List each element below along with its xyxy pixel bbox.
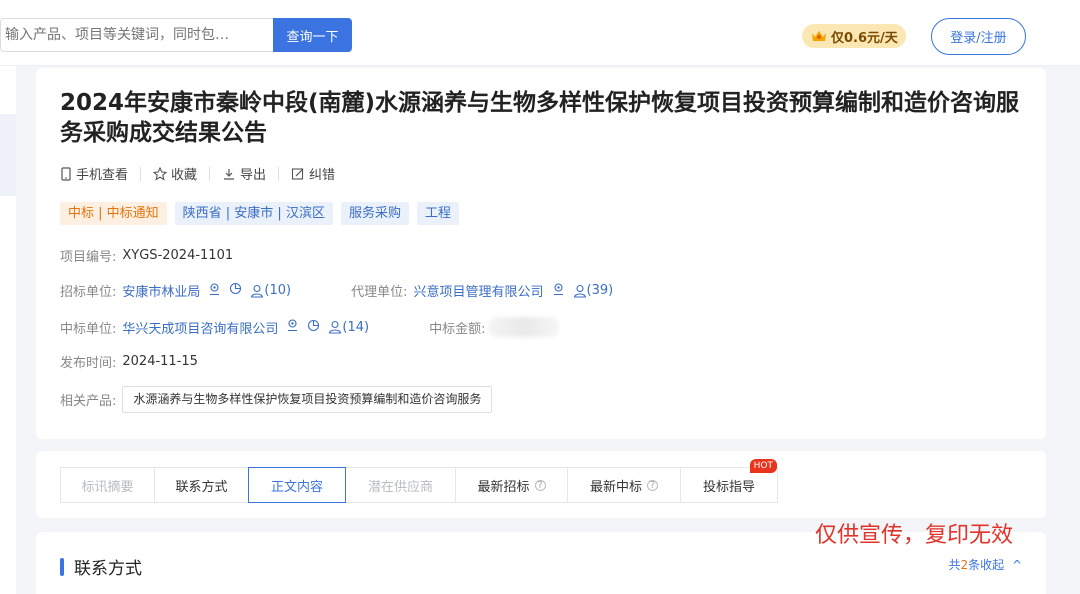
contact-title-label: 联系方式 bbox=[74, 559, 142, 579]
agent-label: 代理单位: bbox=[351, 285, 408, 300]
help-icon: ? bbox=[534, 479, 546, 491]
edit-icon bbox=[291, 167, 304, 180]
favorite-action[interactable]: 收藏 bbox=[153, 164, 197, 183]
person-icon bbox=[329, 320, 342, 334]
download-icon bbox=[224, 168, 235, 180]
action-bar: 手机查看 收藏 导出 纠错 bbox=[60, 164, 335, 183]
winner-contacts[interactable]: (14) bbox=[328, 320, 369, 335]
amount-label: 中标金额: bbox=[429, 321, 486, 337]
tab-latest-tenders-label: 最新招标 bbox=[477, 479, 530, 495]
vip-label: 仅0.6元/天 bbox=[831, 30, 898, 46]
winner-label: 中标单位: bbox=[60, 321, 117, 337]
tenderer-count: (10) bbox=[264, 283, 292, 298]
hot-badge: HOT bbox=[749, 459, 777, 473]
product-label: 相关产品: bbox=[60, 394, 117, 409]
location-icon[interactable] bbox=[286, 318, 299, 336]
tag-bid-status[interactable]: 中标 | 中标通知 bbox=[60, 202, 167, 225]
tenderer-row: 招标单位: 安康市林业局 (10) 代理单位: 兴意项目管理有限公司 (39) bbox=[60, 281, 613, 300]
collapse-toggle[interactable]: 共2条收起 ^ bbox=[948, 556, 1022, 573]
tag-industry[interactable]: 工程 bbox=[416, 202, 459, 225]
section-accent-bar bbox=[60, 557, 64, 576]
person-icon bbox=[251, 284, 264, 298]
tab-contact-label: 联系方式 bbox=[175, 479, 228, 495]
project-no-value: XYGS-2024-1101 bbox=[122, 248, 234, 263]
chart-icon[interactable] bbox=[229, 282, 242, 299]
top-bar: 查询一下 仅0.6元/天 登录/注册 bbox=[0, 0, 1080, 66]
tenderer-link[interactable]: 安康市林业局 bbox=[122, 281, 200, 300]
publish-label: 发布时间: bbox=[60, 356, 117, 371]
report-error-action[interactable]: 纠错 bbox=[291, 164, 335, 183]
vip-badge[interactable]: 仅0.6元/天 bbox=[802, 24, 906, 48]
collapse-prefix: 共 bbox=[948, 558, 961, 572]
tab-content[interactable]: 正文内容 bbox=[248, 467, 346, 503]
amount-blurred-value bbox=[489, 317, 560, 337]
mobile-icon bbox=[61, 166, 71, 181]
report-error-label: 纠错 bbox=[309, 168, 336, 183]
crown-icon bbox=[810, 28, 828, 44]
content-tabs: 标讯摘要 联系方式 正文内容 潜在供应商 最新招标? 最新中标? 投标指导 HOT bbox=[60, 459, 778, 503]
tag-category[interactable]: 服务采购 bbox=[340, 202, 409, 225]
tag-region[interactable]: 陕西省 | 安康市 | 汉滨区 bbox=[174, 202, 333, 225]
collapse-count: 2 bbox=[960, 558, 969, 572]
agent-count: (39) bbox=[586, 283, 614, 298]
tab-latest-tenders[interactable]: 最新招标? bbox=[455, 467, 568, 503]
watermark-text: 仅供宣传，复印无效 bbox=[815, 523, 1014, 548]
product-chip[interactable]: 水源涵养与生物多样性保护恢复项目投资预算编制和造价咨询服务 bbox=[122, 386, 493, 413]
winner-link[interactable]: 华兴天成项目咨询有限公司 bbox=[122, 318, 278, 337]
notice-card: 2024年安康市秦岭中段(南麓)水源涵养与生物多样性保护恢复项目投资预算编制和造… bbox=[36, 68, 1046, 439]
tab-contact[interactable]: 联系方式 bbox=[154, 467, 249, 503]
product-row: 相关产品: 水源涵养与生物多样性保护恢复项目投资预算编制和造价咨询服务 bbox=[60, 386, 493, 413]
favorite-label: 收藏 bbox=[171, 168, 198, 183]
divider bbox=[278, 166, 280, 181]
project-no-label: 项目编号: bbox=[60, 250, 117, 265]
tab-latest-awards-label: 最新中标 bbox=[589, 479, 642, 495]
agent-contacts[interactable]: (39) bbox=[573, 283, 614, 298]
sidebar-active-block bbox=[0, 114, 16, 196]
person-icon bbox=[573, 284, 586, 298]
help-icon: ? bbox=[647, 479, 658, 491]
mobile-view-action[interactable]: 手机查看 bbox=[60, 164, 128, 183]
tab-latest-awards[interactable]: 最新中标? bbox=[567, 467, 681, 503]
tab-suppliers[interactable]: 潜在供应商 bbox=[345, 467, 456, 503]
contact-section-title: 联系方式 bbox=[60, 554, 142, 579]
winner-row: 中标单位: 华兴天成项目咨询有限公司 (14) 中标金额: bbox=[60, 317, 560, 337]
publish-date: 2024-11-15 bbox=[122, 354, 198, 369]
agent-link[interactable]: 兴意项目管理有限公司 bbox=[413, 281, 543, 300]
divider bbox=[140, 166, 142, 181]
location-icon[interactable] bbox=[552, 282, 565, 300]
tab-card: 标讯摘要 联系方式 正文内容 潜在供应商 最新招标? 最新中标? 投标指导 HOT bbox=[36, 451, 1046, 518]
winner-count: (14) bbox=[342, 319, 370, 335]
collapse-suffix: 条收起 bbox=[968, 558, 1005, 572]
tab-suppliers-label: 潜在供应商 bbox=[367, 479, 433, 495]
tenderer-label: 招标单位: bbox=[60, 285, 117, 300]
sidebar-edge bbox=[0, 66, 16, 594]
page-title: 2024年安康市秦岭中段(南麓)水源涵养与生物多样性保护恢复项目投资预算编制和造… bbox=[60, 90, 1020, 146]
export-label: 导出 bbox=[240, 168, 267, 183]
chart-icon[interactable] bbox=[307, 319, 320, 336]
export-action[interactable]: 导出 bbox=[222, 164, 266, 183]
project-no-row: 项目编号: XYGS-2024-1101 bbox=[60, 246, 233, 265]
search-input[interactable] bbox=[0, 18, 273, 52]
publish-row: 发布时间: 2024-11-15 bbox=[60, 352, 198, 371]
tenderer-contacts[interactable]: (10) bbox=[250, 283, 291, 298]
star-icon bbox=[153, 166, 168, 181]
tab-summary[interactable]: 标讯摘要 bbox=[60, 467, 155, 503]
tab-bid-guide-label: 投标指导 bbox=[702, 479, 755, 495]
chevron-up-icon: ^ bbox=[1011, 558, 1022, 572]
tab-bid-guide[interactable]: 投标指导 HOT bbox=[680, 459, 778, 503]
tab-content-label: 正文内容 bbox=[270, 479, 323, 495]
divider bbox=[209, 166, 211, 181]
tab-summary-label: 标讯摘要 bbox=[81, 479, 134, 495]
search-button[interactable]: 查询一下 bbox=[273, 18, 352, 52]
login-register-button[interactable]: 登录/注册 bbox=[931, 18, 1026, 55]
mobile-view-label: 手机查看 bbox=[76, 168, 129, 183]
tag-list: 中标 | 中标通知 陕西省 | 安康市 | 汉滨区 服务采购 工程 bbox=[60, 202, 459, 225]
location-icon[interactable] bbox=[208, 282, 221, 300]
